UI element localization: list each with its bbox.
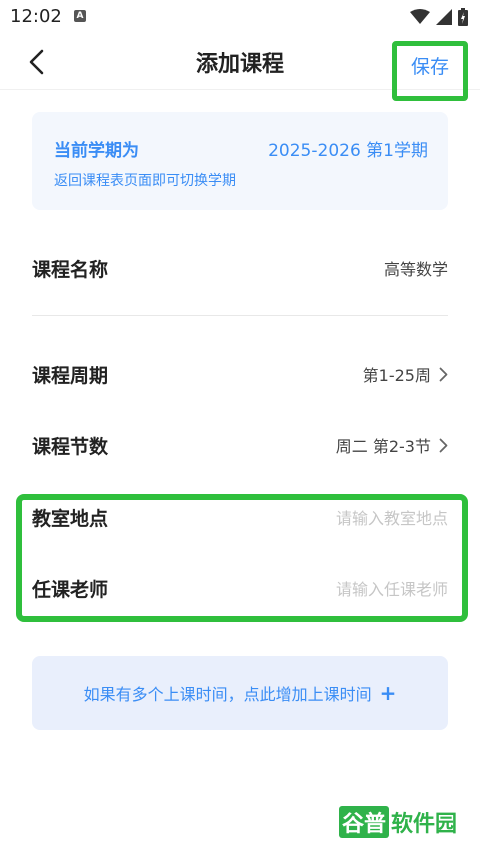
teacher-row[interactable]: 任课老师 请输入任课老师: [32, 558, 448, 618]
teacher-label: 任课老师: [32, 578, 109, 601]
signal-icon: [436, 9, 452, 25]
course-sections-label: 课程节数: [32, 435, 109, 458]
watermark-logo: 谷普 软件园: [328, 800, 468, 844]
add-course-page: 12:02 A 添加课程 保存 当前学期为 2025-2026 第1学期 返回课…: [0, 0, 480, 853]
plus-icon: +: [379, 681, 397, 705]
course-period-row[interactable]: 课程周期 第1-25周: [32, 344, 448, 404]
chevron-right-icon: [439, 438, 448, 452]
semester-title: 当前学期为: [54, 141, 139, 161]
course-name-row[interactable]: 课程名称 高等数学: [32, 238, 448, 298]
add-class-time-label: 如果有多个上课时间，点此增加上课时间: [83, 685, 372, 704]
battery-icon: [458, 8, 468, 26]
classroom-row[interactable]: 教室地点 请输入教室地点: [32, 487, 448, 547]
course-period-label: 课程周期: [32, 364, 109, 387]
notification-icon: A: [74, 10, 86, 22]
status-icons: [410, 7, 468, 27]
status-time: 12:02: [10, 6, 62, 27]
course-period-value-wrap: 第1-25周: [363, 362, 448, 386]
semester-value: 2025-2026 第1学期: [268, 141, 428, 161]
semester-card: 当前学期为 2025-2026 第1学期 返回课程表页面即可切换学期: [32, 112, 448, 210]
course-name-value[interactable]: 高等数学: [384, 256, 448, 280]
course-sections-value-wrap: 周二 第2-3节: [336, 433, 448, 457]
watermark-part1: 谷普: [338, 806, 389, 838]
save-button[interactable]: 保存: [411, 52, 449, 79]
course-sections-row[interactable]: 课程节数 周二 第2-3节: [32, 415, 448, 475]
course-sections-value: 周二 第2-3节: [335, 437, 431, 456]
add-class-time-button[interactable]: 如果有多个上课时间，点此增加上课时间 +: [32, 656, 448, 730]
semester-hint: 返回课程表页面即可切换学期: [54, 173, 236, 189]
status-bar: 12:02 A: [0, 0, 480, 34]
course-name-label: 课程名称: [32, 258, 109, 281]
course-period-value: 第1-25周: [362, 366, 431, 385]
header: 添加课程 保存: [0, 34, 480, 101]
wifi-icon: [410, 9, 430, 24]
chevron-right-icon: [439, 367, 448, 381]
save-button-highlight: 保存: [392, 41, 468, 101]
watermark-part2: 软件园: [391, 812, 458, 837]
classroom-label: 教室地点: [32, 507, 109, 530]
classroom-input[interactable]: 请输入教室地点: [336, 505, 448, 529]
divider: [32, 315, 448, 316]
teacher-input[interactable]: 请输入任课老师: [336, 576, 448, 600]
